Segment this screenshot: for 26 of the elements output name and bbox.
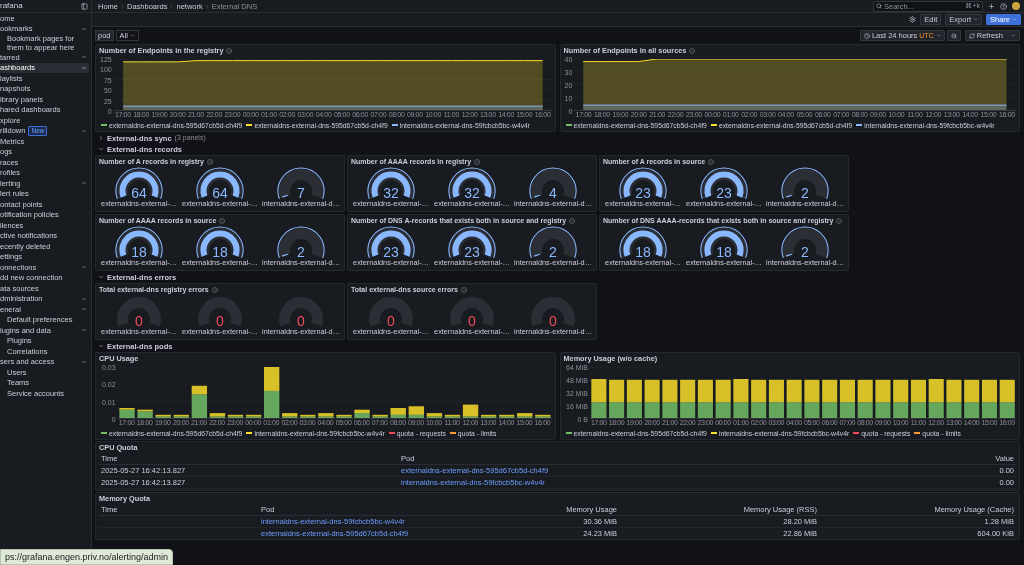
gauge-value: 23 bbox=[464, 245, 480, 259]
gauge-value: 32 bbox=[383, 186, 399, 200]
gauge-value: 0 bbox=[216, 314, 224, 328]
gauge-value: 23 bbox=[635, 186, 651, 200]
gauge-value: 2 bbox=[297, 245, 305, 259]
status-url: ps://grafana.engen.priv.no/alerting/admin bbox=[0, 549, 173, 565]
sidebar-title: rafana bbox=[0, 1, 23, 11]
gauge-value: 18 bbox=[635, 245, 651, 259]
gauge-value: 64 bbox=[131, 186, 147, 200]
gauge-value: 7 bbox=[297, 186, 305, 200]
gauge-value: 2 bbox=[549, 245, 557, 259]
gauge-value: 23 bbox=[383, 245, 399, 259]
gauge-value: 0 bbox=[387, 314, 395, 328]
gauge-value: 0 bbox=[468, 314, 476, 328]
gauge-value: 18 bbox=[212, 245, 228, 259]
gauge-value: 64 bbox=[212, 186, 228, 200]
gauge-value: 18 bbox=[131, 245, 147, 259]
gauge-value: 23 bbox=[716, 186, 732, 200]
gauge-value: 0 bbox=[135, 314, 143, 328]
gauge-value: 18 bbox=[716, 245, 732, 259]
gauge-value: 2 bbox=[801, 186, 809, 200]
gauge-value: 0 bbox=[297, 314, 305, 328]
gauge-value: 0 bbox=[549, 314, 557, 328]
gauge-value: 4 bbox=[549, 186, 557, 200]
gauge-value: 2 bbox=[801, 245, 809, 259]
gauge-value: 32 bbox=[464, 186, 480, 200]
